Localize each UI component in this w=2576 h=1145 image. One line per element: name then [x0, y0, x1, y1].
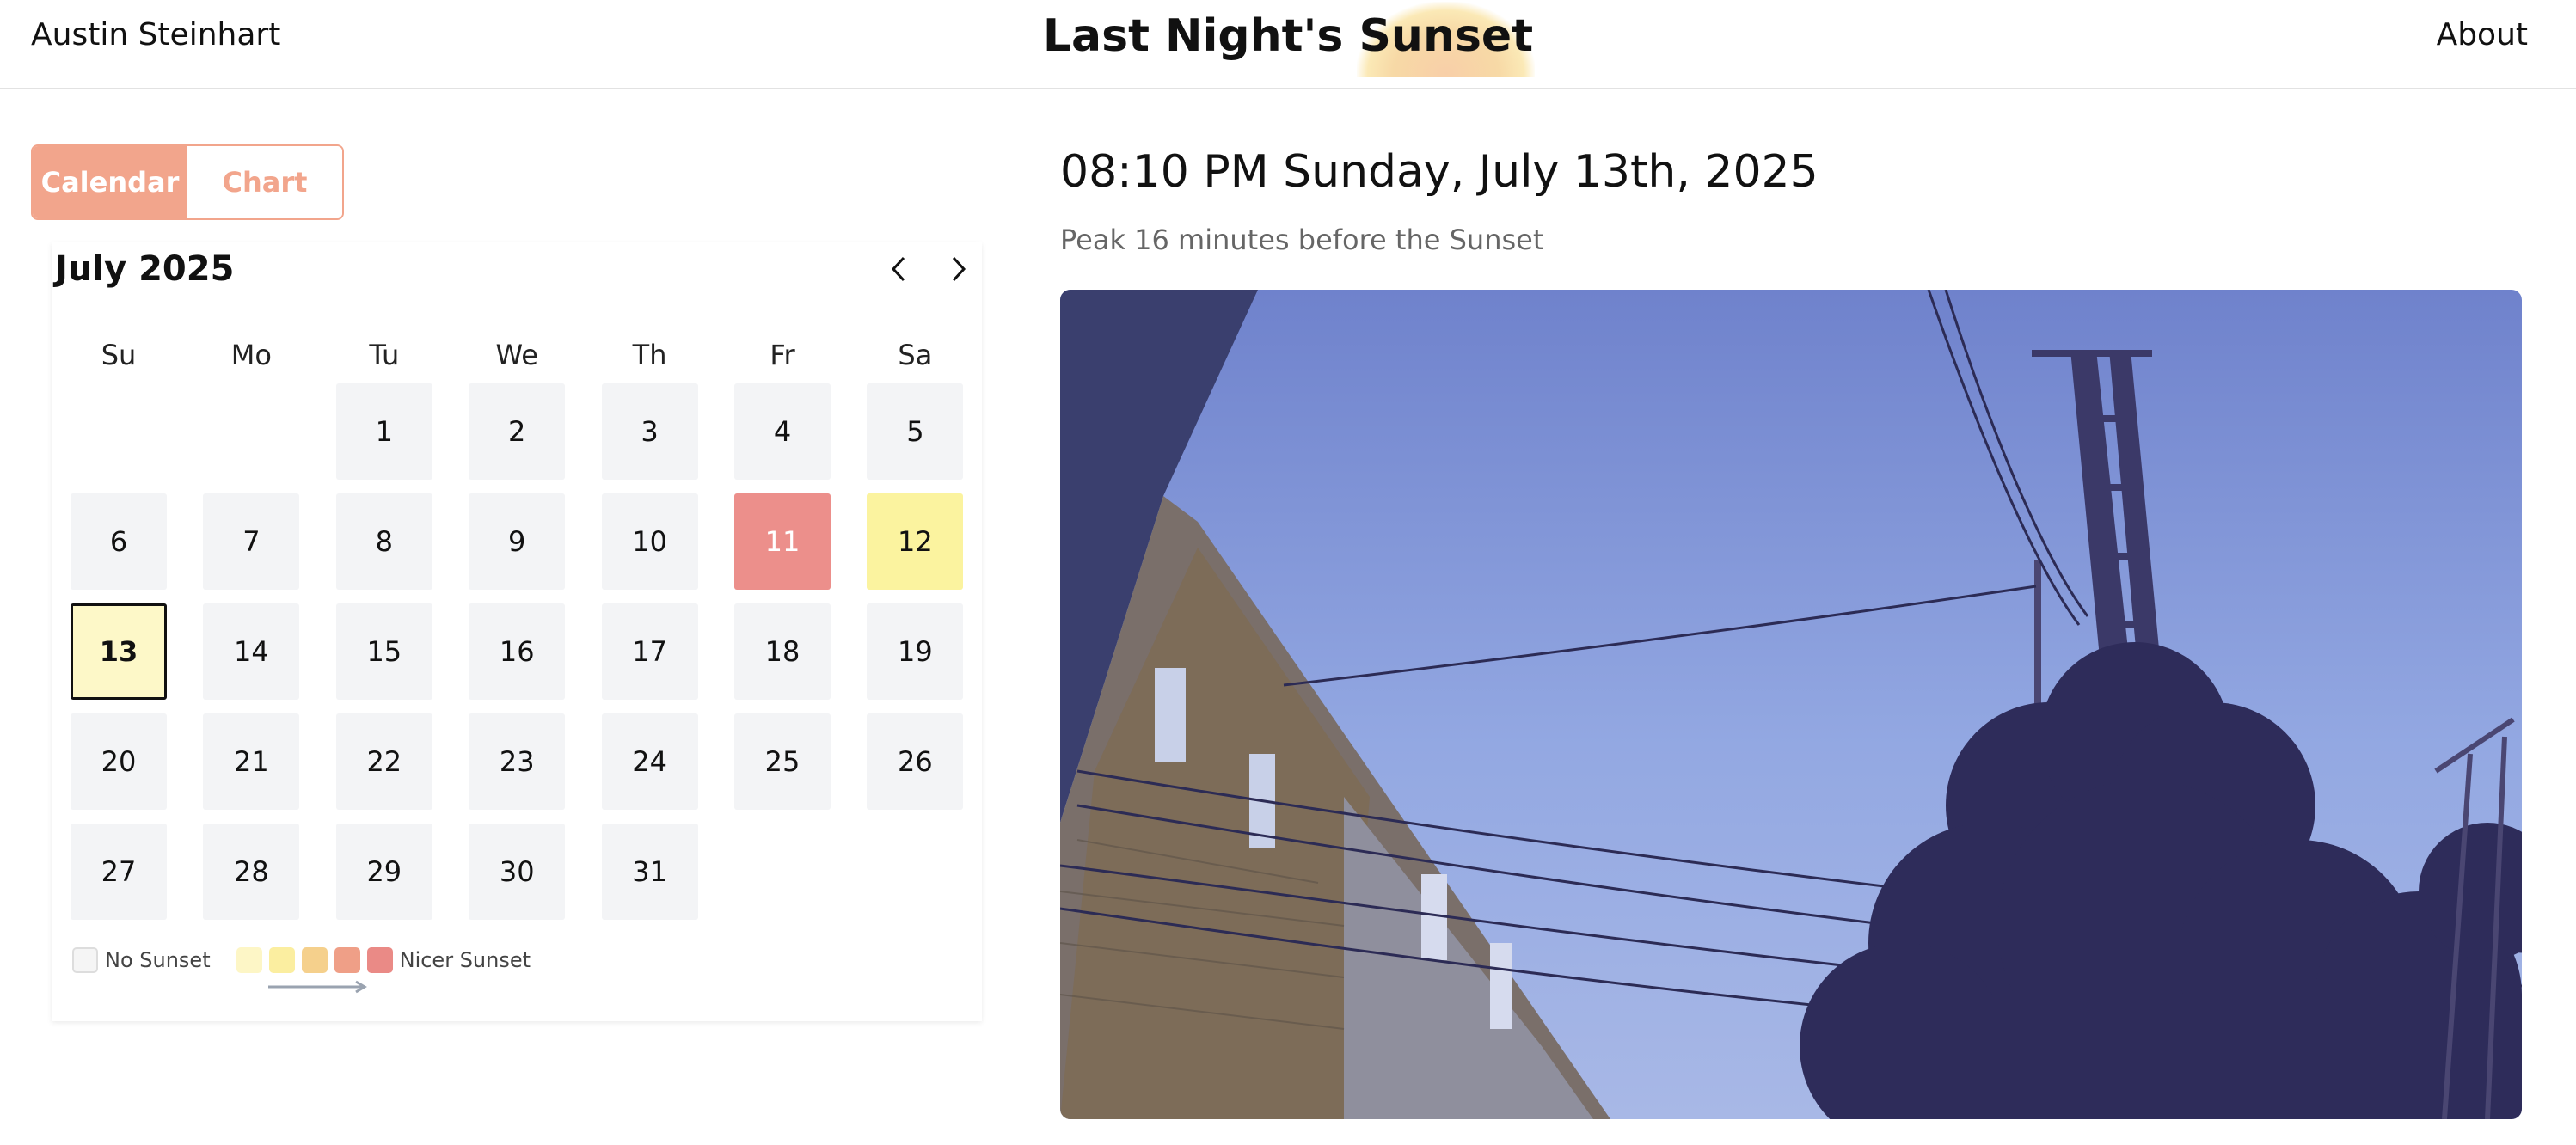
calendar-day[interactable]: 25 [734, 713, 831, 810]
calendar-day[interactable]: 5 [867, 383, 964, 480]
calendar-day[interactable]: 22 [335, 713, 432, 810]
weekday-header: Su Mo Tu We Th Fr Sa [71, 339, 963, 377]
calendar-day[interactable]: 14 [203, 603, 300, 700]
tab-chart[interactable]: Chart [187, 146, 342, 218]
calendar-day[interactable]: 17 [601, 603, 698, 700]
legend-no-sunset-label: No Sunset [105, 948, 211, 972]
calendar-day[interactable]: 19 [867, 603, 964, 700]
site-header: Austin Steinhart Last Night's Sunset Abo… [0, 0, 2576, 89]
about-link[interactable]: About [2437, 17, 2528, 52]
sunset-photo [1060, 290, 2522, 1119]
calendar-day[interactable]: 26 [867, 713, 964, 810]
peak-info: Peak 16 minutes before the Sunset [1060, 223, 1544, 256]
sunset-datetime: 08:10 PM Sunday, July 13th, 2025 [1060, 146, 1819, 198]
sunset-photo-image [1060, 290, 2522, 1119]
arrow-right-icon [268, 980, 367, 994]
weekday-label: Fr [770, 339, 795, 371]
calendar-day[interactable]: 8 [335, 493, 432, 590]
legend-scale-swatch [366, 947, 393, 973]
chevron-left-icon [891, 256, 905, 282]
legend-scale-swatch [334, 947, 360, 973]
legend-no-sunset-swatch [72, 947, 98, 973]
calendar-day[interactable]: 24 [601, 713, 698, 810]
calendar-day[interactable]: 10 [601, 493, 698, 590]
legend-scale-swatch [236, 947, 262, 973]
weekday-label: Th [632, 339, 667, 371]
title-prefix: Last Night's [1042, 10, 1359, 62]
calendar-day[interactable]: 20 [71, 713, 167, 810]
weekday-label: We [495, 339, 538, 371]
weekday-label: Tu [369, 339, 400, 371]
calendar-day[interactable]: 18 [734, 603, 831, 700]
month-label: July 2025 [55, 249, 235, 289]
calendar-day[interactable]: 4 [734, 383, 831, 480]
calendar-day[interactable]: 15 [335, 603, 432, 700]
calendar-day[interactable]: 9 [469, 493, 566, 590]
sun-highlight: Sunset [1357, 2, 1536, 77]
legend-nicer-label: Nicer Sunset [399, 948, 531, 972]
next-month-button[interactable] [939, 249, 978, 289]
weekday-label: Sa [898, 339, 933, 371]
prev-month-button[interactable] [879, 249, 918, 289]
calendar-day[interactable]: 13 [71, 603, 167, 700]
weekday-label: Mo [230, 339, 272, 371]
calendar-day[interactable]: 11 [734, 493, 831, 590]
calendar: July 2025 Su Mo Tu We Th Fr Sa 123456789… [52, 242, 982, 1021]
legend: No Sunset Nicer Sunset [72, 946, 531, 975]
calendar-day[interactable]: 31 [601, 824, 698, 920]
calendar-day[interactable]: 6 [71, 493, 167, 590]
title-highlight: Sunset [1359, 10, 1534, 62]
calendar-day[interactable]: 12 [867, 493, 964, 590]
calendar-day[interactable]: 29 [335, 824, 432, 920]
tab-calendar[interactable]: Calendar [33, 146, 187, 218]
calendar-day[interactable]: 3 [601, 383, 698, 480]
legend-scale [236, 947, 400, 973]
calendar-day[interactable]: 23 [469, 713, 566, 810]
legend-scale-swatch [301, 947, 328, 973]
weekday-label: Su [101, 339, 137, 371]
calendar-day[interactable]: 28 [203, 824, 300, 920]
calendar-day[interactable]: 21 [203, 713, 300, 810]
chevron-right-icon [952, 256, 966, 282]
view-tabs: Calendar Chart [31, 144, 344, 220]
site-title: Last Night's Sunset [0, 2, 2576, 77]
calendar-day[interactable]: 7 [203, 493, 300, 590]
calendar-day[interactable]: 2 [469, 383, 566, 480]
calendar-day[interactable]: 1 [335, 383, 432, 480]
legend-scale-swatch [268, 947, 295, 973]
calendar-day[interactable]: 30 [469, 824, 566, 920]
calendar-day[interactable]: 16 [469, 603, 566, 700]
calendar-day[interactable]: 27 [71, 824, 167, 920]
